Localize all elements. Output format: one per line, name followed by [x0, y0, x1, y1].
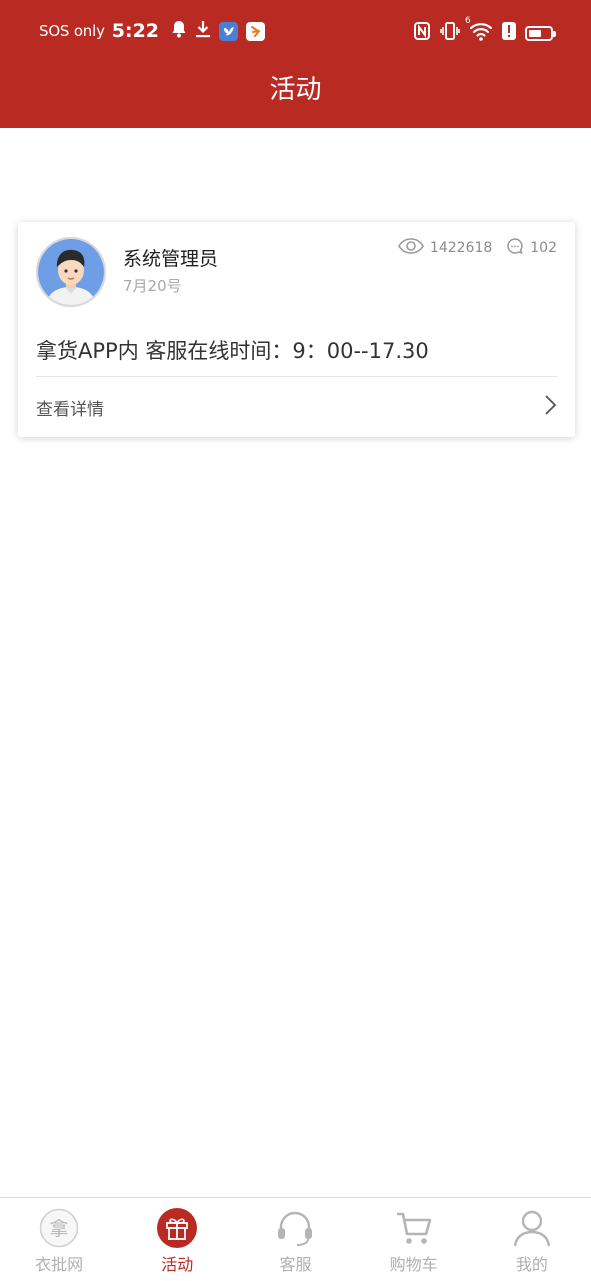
clock: 5:22 — [111, 20, 160, 42]
divider — [36, 376, 557, 377]
bottom-nav: 拿 衣批网 活动 客服 购物车 我的 — [0, 1197, 591, 1281]
view-count: 1422618 — [429, 240, 493, 256]
comment-count: 102 — [530, 240, 557, 256]
carrier-text: SOS only — [39, 22, 105, 40]
nav-item-home[interactable]: 拿 衣批网 — [0, 1198, 118, 1281]
page-title: 活动 — [269, 75, 322, 105]
app-header: SOS only 5:22 6 活动 — [0, 0, 591, 128]
view-details-link[interactable]: 查看详情 — [36, 382, 557, 432]
download-icon — [195, 20, 211, 42]
nav-label-profile: 我的 — [515, 1255, 548, 1274]
avatar — [36, 237, 106, 307]
nav-item-activity[interactable]: 活动 — [118, 1198, 236, 1281]
post-stats: 1422618 102 — [397, 237, 557, 259]
comment-icon — [506, 237, 524, 259]
nav-label-cart: 购物车 — [389, 1255, 438, 1274]
post-date: 7月20号 — [123, 277, 182, 295]
battery-icon — [525, 25, 556, 41]
chevron-right-icon — [543, 394, 557, 420]
vibrate-icon — [440, 21, 460, 45]
app-runner-icon — [246, 21, 266, 41]
nav-item-profile[interactable]: 我的 — [473, 1198, 591, 1281]
alert-icon — [502, 22, 516, 44]
wifi-icon: 6 — [465, 16, 493, 45]
nav-label-service: 客服 — [279, 1255, 312, 1274]
headset-icon — [275, 1208, 315, 1248]
details-label: 查看详情 — [36, 399, 104, 420]
user-icon — [512, 1208, 552, 1248]
bell-icon — [171, 20, 187, 42]
nav-item-cart[interactable]: 购物车 — [355, 1198, 473, 1281]
nav-item-service[interactable]: 客服 — [236, 1198, 354, 1281]
post-content: 拿货APP内 客服在线时间：9：00--17.30 — [36, 339, 429, 363]
cart-icon — [394, 1208, 434, 1248]
author-name: 系统管理员 — [123, 248, 219, 270]
nfc-icon — [413, 22, 431, 44]
logo-char: 拿 — [50, 1217, 69, 1240]
gift-icon — [157, 1208, 198, 1248]
nav-label-activity: 活动 — [161, 1255, 194, 1274]
status-bar: SOS only 5:22 6 — [0, 0, 591, 66]
logo-icon: 拿 — [39, 1208, 79, 1248]
nav-label-home: 衣批网 — [35, 1255, 84, 1274]
app-bird-icon — [219, 21, 239, 41]
eye-icon — [397, 238, 424, 258]
activity-card[interactable]: 系统管理员 7月20号 1422618 102 拿货APP内 客服在线时间：9：… — [18, 222, 575, 437]
wifi-tag: 6 — [465, 16, 471, 26]
